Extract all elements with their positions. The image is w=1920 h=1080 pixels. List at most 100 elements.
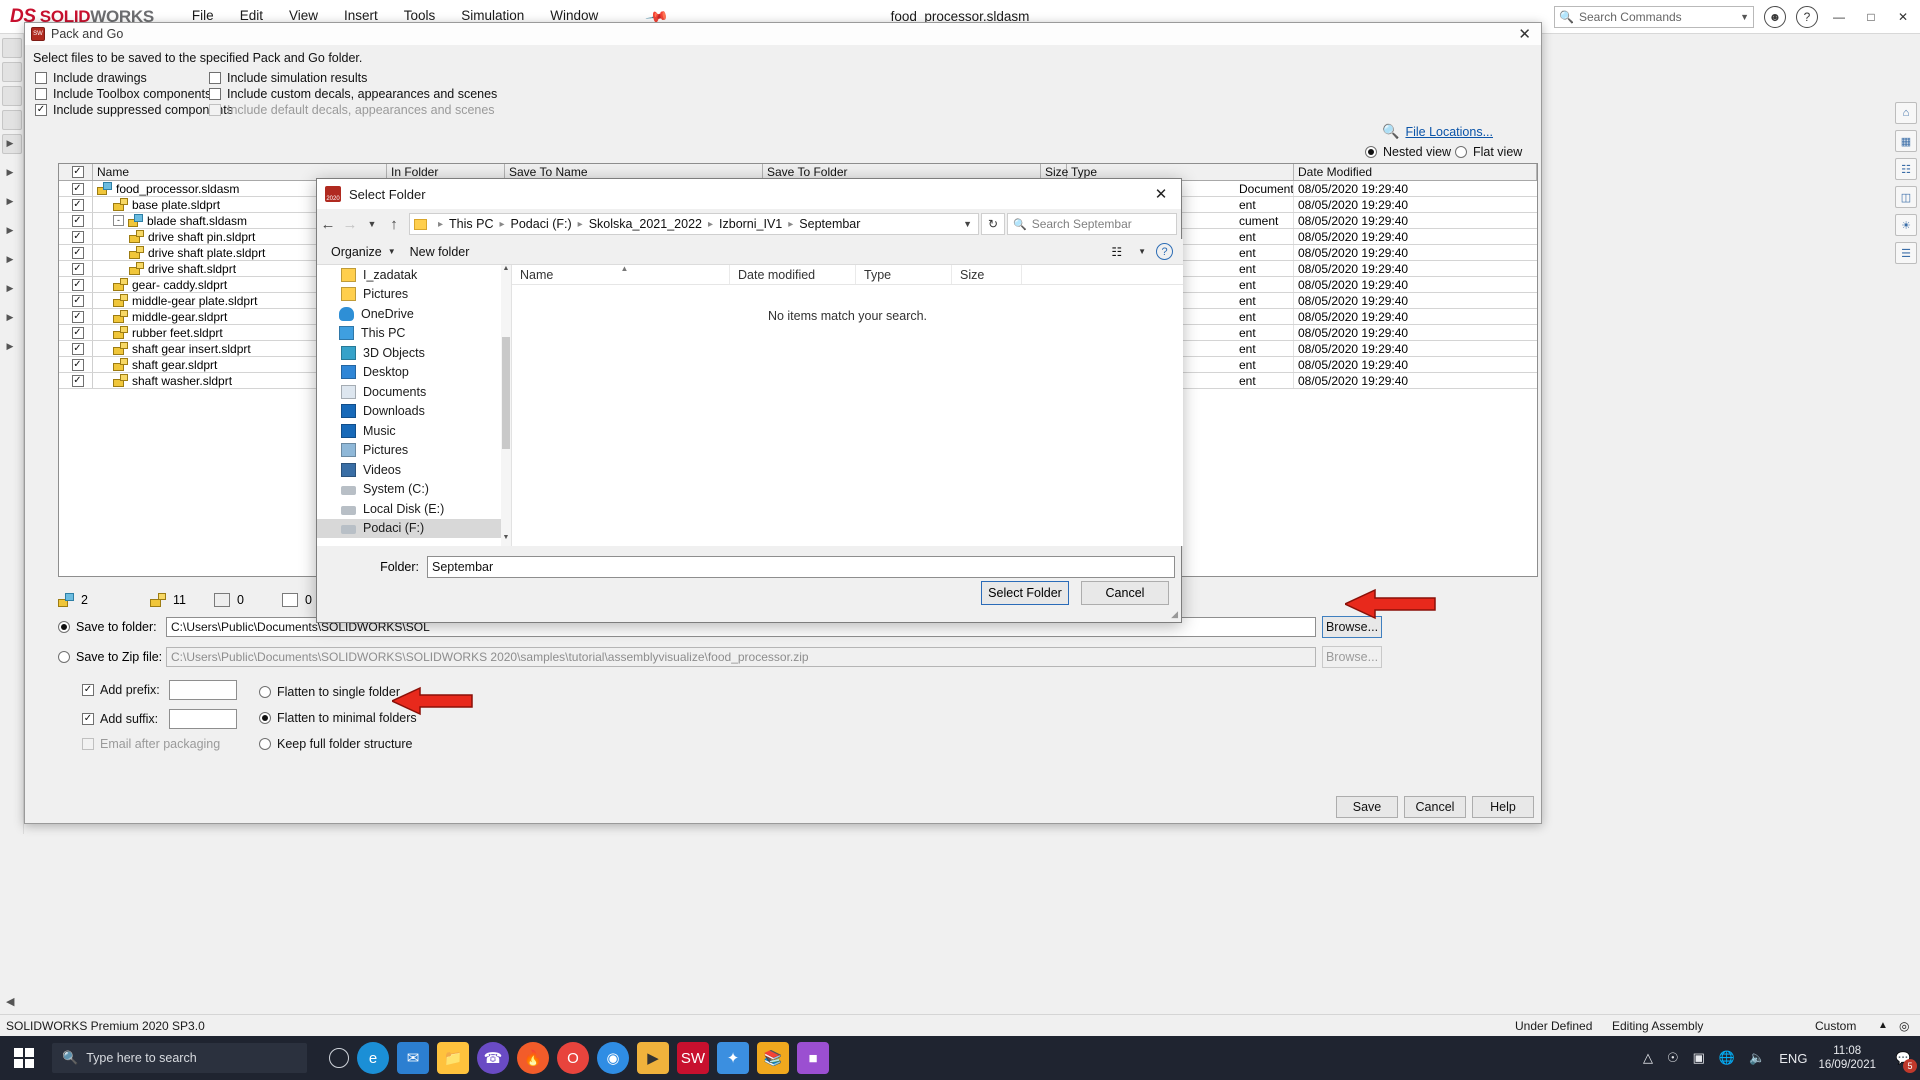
app-icon[interactable]: ■ <box>797 1042 829 1074</box>
nav-item-videos[interactable]: Videos <box>317 460 511 480</box>
scroll-down-icon[interactable]: ▼ <box>501 534 511 546</box>
mail-icon[interactable]: ✉ <box>397 1042 429 1074</box>
breadcrumb-skolska[interactable]: Skolska_2021_2022 <box>589 217 702 231</box>
breadcrumb-septembar[interactable]: Septembar <box>799 217 860 231</box>
expander-toggle[interactable]: - <box>113 215 124 226</box>
checkbox-include-toolbox[interactable]: Include Toolbox components <box>35 87 211 101</box>
scroll-up-icon[interactable]: ▲ <box>501 265 511 277</box>
row-checkbox[interactable] <box>59 245 93 260</box>
nav-item-desktop[interactable]: Desktop <box>317 363 511 383</box>
search-input[interactable]: 🔍 Search Septembar <box>1007 213 1177 235</box>
row-checkbox[interactable] <box>59 213 93 228</box>
radio-flatten-single-folder[interactable]: Flatten to single folder <box>259 685 400 699</box>
nav-item-system-c[interactable]: System (C:) <box>317 480 511 500</box>
resize-grip-icon[interactable]: ◢ <box>1171 609 1178 620</box>
expand-panel-arrow[interactable]: ◀ <box>6 995 14 1008</box>
select-folder-close-icon[interactable]: ✕ <box>1147 182 1175 206</box>
pack-and-go-close-icon[interactable]: ✕ <box>1518 25 1531 43</box>
checkbox-include-decals[interactable]: Include custom decals, appearances and s… <box>209 87 497 101</box>
add-suffix-input[interactable] <box>169 709 237 729</box>
close-button[interactable]: ✕ <box>1892 6 1914 28</box>
notification-center-icon[interactable]: 💬 5 <box>1886 1036 1920 1080</box>
nav-item-3d-objects[interactable]: 3D Objects <box>317 343 511 363</box>
nav-scroll-thumb[interactable] <box>502 337 510 449</box>
nav-item-downloads[interactable]: Downloads <box>317 402 511 422</box>
tree-arrow-3[interactable]: ▶ <box>0 196 20 207</box>
view-options-icon[interactable]: ☷ <box>1111 245 1122 259</box>
tree-arrow-6[interactable]: ▶ <box>0 283 20 294</box>
file-explorer-icon[interactable]: ☷ <box>1895 158 1917 180</box>
edge-icon[interactable]: e <box>357 1042 389 1074</box>
row-checkbox[interactable] <box>59 181 93 196</box>
column-header-date-modified[interactable]: Date modified <box>730 265 856 284</box>
row-checkbox[interactable] <box>59 229 93 244</box>
checkbox-add-suffix[interactable]: Add suffix: <box>82 712 158 726</box>
breadcrumb-izborni[interactable]: Izborni_IV1 <box>719 217 782 231</box>
folder-name-input[interactable]: Septembar <box>427 556 1175 578</box>
volume-icon[interactable]: 🔈 <box>1749 1050 1765 1066</box>
status-caret-icon[interactable]: ▲ <box>1878 1020 1888 1031</box>
cancel-button[interactable]: Cancel <box>1404 796 1466 818</box>
column-header-name[interactable]: ▲ Name <box>512 264 730 284</box>
radio-keep-full-structure[interactable]: Keep full folder structure <box>259 737 413 751</box>
nav-item-this-pc[interactable]: This PC <box>317 324 511 344</box>
home-icon[interactable]: ⌂ <box>1895 102 1917 124</box>
header-select-all-checkbox[interactable] <box>59 164 93 180</box>
clock[interactable]: 11:08 16/09/2021 <box>1818 1044 1876 1073</box>
nav-item-music[interactable]: Music <box>317 421 511 441</box>
refresh-icon[interactable]: ↻ <box>981 213 1005 235</box>
design-library-icon[interactable]: ▦ <box>1895 130 1917 152</box>
row-checkbox[interactable] <box>59 325 93 340</box>
new-folder-button[interactable]: New folder <box>410 245 470 259</box>
help-icon[interactable]: ? <box>1156 243 1173 260</box>
firefox-icon[interactable]: 🔥 <box>517 1042 549 1074</box>
dropbox-icon[interactable]: ✦ <box>717 1042 749 1074</box>
row-checkbox[interactable] <box>59 277 93 292</box>
radio-flat-view[interactable]: Flat view <box>1455 145 1522 159</box>
network-icon[interactable]: 🌐 <box>1719 1050 1735 1066</box>
cortana-icon[interactable] <box>329 1048 349 1068</box>
rail-icon-2[interactable] <box>1 62 22 82</box>
breadcrumb-podaci[interactable]: Podaci (F:) <box>511 217 572 231</box>
radio-save-to-folder[interactable] <box>58 621 70 633</box>
opera-icon[interactable]: O <box>557 1042 589 1074</box>
row-checkbox[interactable] <box>59 373 93 388</box>
cancel-button[interactable]: Cancel <box>1081 581 1169 605</box>
custom-properties-icon[interactable]: ☰ <box>1895 242 1917 264</box>
minimize-button[interactable]: — <box>1828 6 1850 28</box>
tree-arrow-7[interactable]: ▶ <box>0 312 20 323</box>
row-checkbox[interactable] <box>59 357 93 372</box>
file-explorer-icon[interactable]: 📁 <box>437 1042 469 1074</box>
save-button[interactable]: Save <box>1336 796 1398 818</box>
add-prefix-input[interactable] <box>169 680 237 700</box>
bluetooth-icon[interactable]: ☉ <box>1667 1050 1679 1066</box>
chevron-down-icon[interactable]: ▼ <box>1138 247 1146 256</box>
language-indicator[interactable]: ENG <box>1779 1051 1807 1066</box>
file-locations-link[interactable]: 🔍 File Locations... <box>1382 123 1493 140</box>
chevron-down-icon[interactable]: ▼ <box>963 219 972 229</box>
column-header-date-modified[interactable]: Date Modified <box>1294 164 1537 180</box>
row-checkbox[interactable] <box>59 197 93 212</box>
winrar-icon[interactable]: 📚 <box>757 1042 789 1074</box>
row-checkbox[interactable] <box>59 293 93 308</box>
checkbox-include-drawings[interactable]: Include drawings <box>35 71 147 85</box>
taskbar-search-input[interactable]: 🔍 Type here to search <box>52 1043 307 1073</box>
view-palette-icon[interactable]: ◫ <box>1895 186 1917 208</box>
radio-nested-view[interactable]: Nested view <box>1365 145 1451 159</box>
back-icon[interactable]: ← <box>317 212 339 236</box>
nav-item-documents[interactable]: Documents <box>317 382 511 402</box>
tree-arrow-8[interactable]: ▶ <box>0 341 20 352</box>
nav-item-pictures[interactable]: Pictures <box>317 441 511 461</box>
tree-arrow-1[interactable]: ▶ <box>0 138 20 149</box>
nav-item-pictures[interactable]: Pictures <box>317 285 511 305</box>
media-player-icon[interactable]: ▶ <box>637 1042 669 1074</box>
nav-item-local-disk-e[interactable]: Local Disk (E:) <box>317 499 511 519</box>
appearances-icon[interactable]: ☀ <box>1895 214 1917 236</box>
checkbox-include-simulation[interactable]: Include simulation results <box>209 71 367 85</box>
row-checkbox[interactable] <box>59 309 93 324</box>
chrome-icon[interactable]: ◉ <box>597 1042 629 1074</box>
breadcrumb-this-pc[interactable]: This PC <box>449 217 493 231</box>
rail-icon-3[interactable] <box>1 86 22 106</box>
column-header-size[interactable]: Size <box>952 265 1022 284</box>
rail-icon-1[interactable] <box>1 38 22 58</box>
